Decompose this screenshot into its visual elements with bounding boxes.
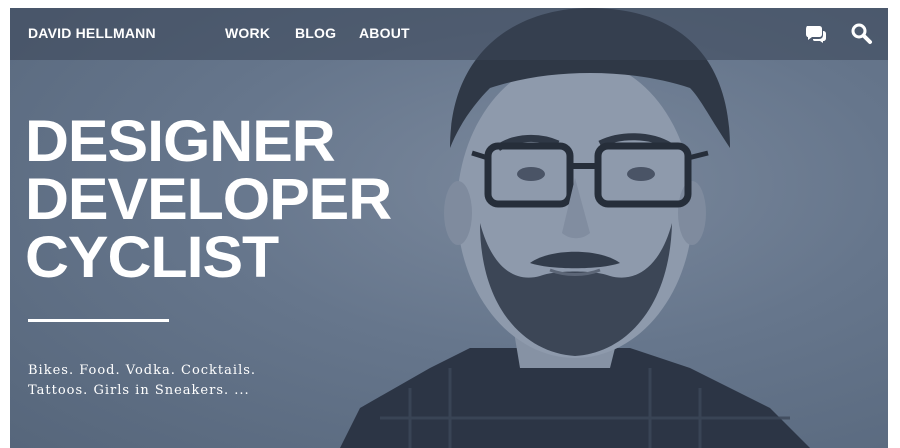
hero-section: DAVID HELLMANN WORK BLOG ABOUT DESIGNER …	[10, 8, 888, 448]
nav-about-link[interactable]: ABOUT	[359, 25, 410, 41]
headline-divider	[28, 319, 169, 322]
hero-tagline: Bikes. Food. Vodka. Cocktails. Tattoos. …	[28, 361, 256, 401]
headline-line-designer: DESIGNER	[25, 109, 336, 174]
tagline-line-2: Tattoos. Girls in Sneakers. ...	[28, 383, 250, 398]
headline-line-cyclist: CYCLIST	[25, 225, 279, 290]
top-navbar: DAVID HELLMANN WORK BLOG ABOUT	[10, 8, 888, 60]
site-brand-link[interactable]: DAVID HELLMANN	[28, 25, 156, 41]
chat-icon	[806, 26, 826, 43]
chat-button[interactable]	[804, 22, 828, 46]
hero-headline: DESIGNER DEVELOPER CYCLIST	[25, 113, 392, 287]
search-icon	[851, 23, 872, 44]
nav-work-link[interactable]: WORK	[225, 25, 270, 41]
headline-line-developer: DEVELOPER	[25, 167, 392, 232]
nav-blog-link[interactable]: BLOG	[295, 25, 336, 41]
search-button[interactable]	[850, 22, 874, 46]
tagline-line-1: Bikes. Food. Vodka. Cocktails.	[28, 363, 257, 378]
